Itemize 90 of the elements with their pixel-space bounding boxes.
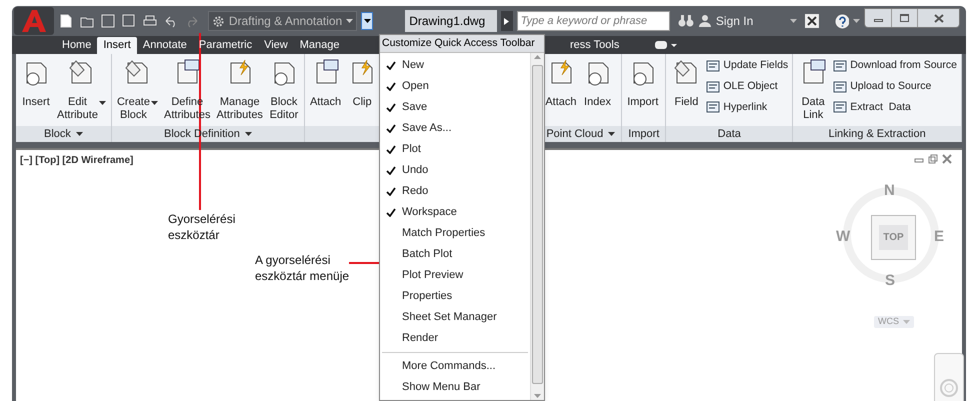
ribbon-tab[interactable]: View bbox=[258, 37, 294, 54]
scrollbar-thumb[interactable] bbox=[532, 65, 543, 384]
ribbon-tool-button[interactable]: Manage Attributes bbox=[215, 58, 264, 122]
ribbon-tool-button[interactable]: Create Block bbox=[116, 58, 159, 122]
ribbon-options-icon[interactable] bbox=[655, 40, 678, 50]
annotation-text: A gyorselérési eszköztár menüje bbox=[255, 252, 350, 284]
menu-item[interactable]: Batch Plot bbox=[380, 244, 530, 265]
menu-item[interactable]: New bbox=[380, 55, 530, 76]
search-field[interactable]: Type a keyword or phrase bbox=[516, 11, 670, 31]
caret-icon bbox=[244, 132, 252, 136]
panel-title-bar[interactable]: Data bbox=[666, 126, 792, 142]
close-icon[interactable] bbox=[942, 154, 952, 164]
customize-toolbar-button[interactable] bbox=[361, 12, 374, 30]
gear-icon bbox=[212, 14, 225, 28]
ribbon-tool-button[interactable]: Field bbox=[670, 58, 702, 109]
menu-item[interactable]: Properties bbox=[380, 286, 530, 307]
small-sheet-icon bbox=[706, 100, 720, 114]
ribbon-small-button[interactable]: Download from Source bbox=[833, 58, 957, 74]
ribbon-tool-button[interactable]: Block Editor bbox=[268, 58, 300, 122]
save-as-icon[interactable] bbox=[120, 13, 137, 29]
binoculars-icon[interactable] bbox=[678, 14, 694, 28]
user-icon bbox=[698, 14, 712, 28]
close-button[interactable] bbox=[917, 9, 959, 27]
menu-item[interactable]: Render bbox=[380, 328, 530, 349]
ribbon-tool-button[interactable]: Clip bbox=[346, 58, 378, 109]
ribbon-small-button[interactable]: Extract Data bbox=[833, 100, 957, 116]
menu-item[interactable]: Save bbox=[380, 97, 530, 118]
steering-wheel-icon bbox=[939, 378, 959, 398]
caret-icon bbox=[853, 19, 860, 23]
menu-item[interactable]: Undo bbox=[380, 160, 530, 181]
caret-icon bbox=[346, 19, 354, 23]
menu-item[interactable]: Redo bbox=[380, 181, 530, 202]
small-sheet-icon bbox=[833, 100, 848, 114]
ribbon-tab[interactable]: Manage bbox=[294, 37, 346, 54]
workspace-dropdown[interactable]: Drafting & Annotation bbox=[208, 11, 358, 31]
caret-icon bbox=[903, 320, 910, 324]
ribbon-tab[interactable]: Home bbox=[56, 37, 98, 54]
minimize-button[interactable] bbox=[865, 9, 892, 27]
menu-item[interactable]: Plot Preview bbox=[380, 265, 530, 286]
maximize-button[interactable] bbox=[891, 9, 918, 27]
new-file-icon[interactable] bbox=[58, 13, 74, 29]
save-icon[interactable] bbox=[100, 13, 116, 29]
menu-item[interactable]: Open bbox=[380, 76, 530, 97]
ribbon-small-button[interactable]: Hyperlink bbox=[706, 100, 788, 116]
x-logo-icon[interactable] bbox=[804, 14, 818, 28]
menu-item[interactable]: Match Properties bbox=[380, 223, 530, 244]
ribbon-tool-button[interactable]: Import bbox=[626, 58, 660, 109]
close-icon bbox=[934, 14, 944, 22]
panel-title-bar[interactable]: Linking & Extraction bbox=[793, 126, 961, 142]
caret-icon bbox=[364, 19, 371, 23]
ribbon-tool-button[interactable]: Attach bbox=[544, 58, 578, 109]
restore-icon[interactable] bbox=[928, 154, 938, 164]
ribbon-tool-button[interactable]: Index bbox=[582, 58, 614, 109]
caret-icon bbox=[76, 132, 83, 136]
caret-icon bbox=[790, 19, 797, 23]
menu-item[interactable]: Save As... bbox=[380, 118, 530, 139]
panel-title-bar[interactable]: Block bbox=[16, 126, 111, 142]
leader-line bbox=[348, 262, 380, 264]
small-sheet-icon bbox=[706, 58, 720, 73]
caret-icon bbox=[151, 101, 158, 105]
ribbon-tab[interactable]: Insert bbox=[97, 37, 137, 54]
sign-in-link[interactable]: Sign In bbox=[716, 12, 786, 30]
menu-item[interactable]: Show Menu Bar bbox=[380, 377, 530, 398]
menu-item[interactable]: Workspace bbox=[380, 202, 530, 223]
small-sheet-icon bbox=[833, 80, 848, 94]
small-sheet-icon bbox=[706, 80, 720, 94]
menu-item[interactable]: Sheet Set Manager bbox=[380, 307, 530, 328]
ribbon-tool-button[interactable]: Data Link bbox=[797, 58, 830, 122]
menu-header: Customize Quick Access Toolbar bbox=[380, 35, 544, 53]
ribbon-small-button[interactable]: Upload to Source bbox=[833, 78, 957, 94]
help-icon[interactable] bbox=[834, 14, 850, 28]
caret-icon bbox=[98, 101, 106, 105]
menu-item[interactable]: Plot bbox=[380, 139, 530, 160]
scrollbar[interactable] bbox=[530, 53, 544, 400]
ribbon-tool-button[interactable]: Edit Attribute bbox=[56, 58, 107, 122]
panel-title-bar[interactable]: Import bbox=[622, 126, 666, 142]
triangle-right-icon[interactable] bbox=[504, 18, 510, 24]
viewport-label[interactable]: [−] [Top] [2D Wireframe] bbox=[20, 153, 134, 168]
ribbon-small-button[interactable]: OLE Object bbox=[706, 78, 788, 94]
ribbon-tab[interactable]: ress Tools bbox=[564, 37, 626, 54]
document-title: Drawing1.dwg bbox=[405, 10, 497, 32]
ribbon-small-button[interactable]: Update Fields bbox=[706, 58, 788, 74]
ribbon-tool-button[interactable]: Insert bbox=[20, 58, 52, 109]
scroll-down-icon[interactable] bbox=[534, 394, 541, 398]
ribbon-tab[interactable]: Annotate bbox=[136, 37, 193, 54]
letter-a-logo-icon bbox=[20, 8, 48, 34]
small-sheet-icon bbox=[833, 58, 848, 73]
caret-icon bbox=[608, 132, 616, 136]
ribbon-tool-button[interactable]: Attach bbox=[308, 58, 342, 109]
menu-item[interactable]: More Commands... bbox=[380, 356, 530, 377]
